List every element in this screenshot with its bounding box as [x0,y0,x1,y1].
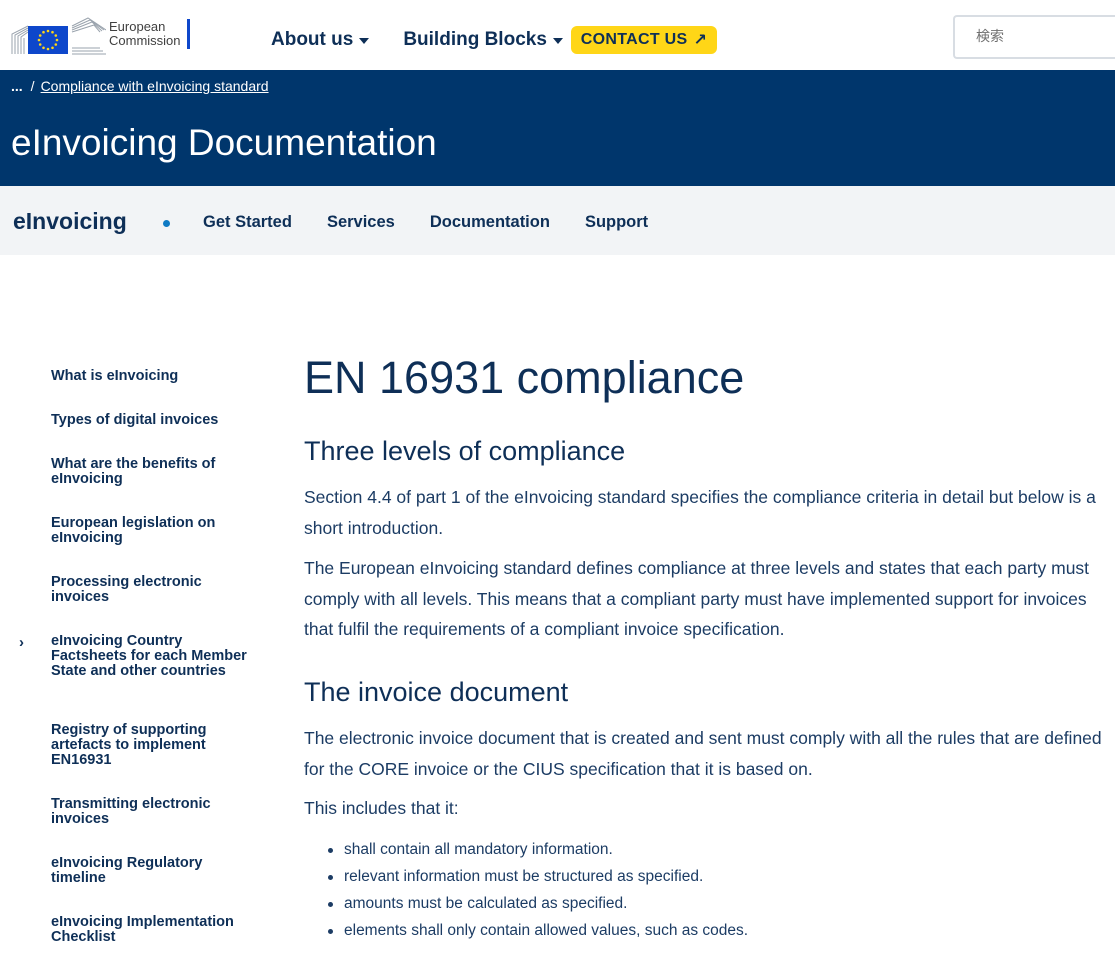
breadcrumb-ellipsis[interactable]: ... [11,78,23,94]
sidebar-item-transmitting-invoices[interactable]: Transmitting electronic invoices [51,797,251,827]
logo-wordmark: European Commission [109,20,181,48]
site-nav-links: Get Started Services Documentation Suppo… [203,213,683,232]
page-banner: ... / Compliance with eInvoicing standar… [0,70,1115,186]
sidebar-item-european-legislation[interactable]: European legislation on eInvoicing [51,516,251,546]
site-nav-get-started[interactable]: Get Started [203,213,292,232]
banner-title: eInvoicing Documentation [11,122,437,163]
breadcrumb: ... / Compliance with eInvoicing standar… [11,78,269,94]
search-input[interactable] [953,15,1115,59]
eu-flag-icon [28,26,68,54]
external-arrow-icon: ↗ [693,32,708,49]
logo-line-european: European [109,19,166,34]
paragraph-compliance-levels: The European eInvoicing standard defines… [304,558,1090,639]
logo-divider [186,19,190,49]
chevron-right-icon[interactable]: › [19,634,24,651]
top-header: European Commission About us Building Bl… [0,0,1115,70]
site-nav-services[interactable]: Services [327,213,395,232]
list-item: shall contain all mandatory information. [328,836,748,863]
nav-dot-icon [163,220,170,227]
paragraph-includes: This includes that it: [304,798,459,818]
caret-down-icon [552,38,563,44]
site-nav-documentation[interactable]: Documentation [430,213,550,232]
nav-building-blocks-label: Building Blocks [403,29,547,50]
sidebar-item-country-factsheets[interactable]: eInvoicing Country Factsheets for each M… [51,634,251,679]
top-nav: About us Building Blocks [271,29,597,51]
breadcrumb-link-compliance[interactable]: Compliance with eInvoicing standard [41,78,269,94]
heading-three-levels: Three levels of compliance [304,436,626,466]
sidebar-item-regulatory-timeline[interactable]: eInvoicing Regulatory timeline [51,856,251,886]
sidebar-item-what-is-einvoicing[interactable]: What is eInvoicing [51,369,251,384]
breadcrumb-separator: / [30,78,35,94]
sidebar-item-types-of-digital-invoices[interactable]: Types of digital invoices [51,413,251,428]
contact-us-button[interactable]: CONTACT US ↗ [571,26,717,54]
paragraph-invoice-document: The electronic invoice document that is … [304,728,1102,779]
contact-us-label: CONTACT US [580,31,688,48]
heading-invoice-document: The invoice document [304,677,569,707]
sidebar-item-registry-artefacts[interactable]: Registry of supporting artefacts to impl… [51,723,251,768]
sidebar-item-implementation-checklist[interactable]: eInvoicing Implementation Checklist [51,915,251,945]
list-item: elements shall only contain allowed valu… [328,917,748,944]
nav-about-us[interactable]: About us [271,29,370,51]
list-item: relevant information must be structured … [328,863,748,890]
sidebar-item-benefits[interactable]: What are the benefits of eInvoicing [51,457,251,487]
paragraph-section-intro: Section 4.4 of part 1 of the eInvoicing … [304,487,1096,538]
nav-about-us-label: About us [271,29,354,50]
list-item: amounts must be calculated as specified. [328,890,748,917]
caret-down-icon [359,38,370,44]
site-nav-support[interactable]: Support [585,213,648,232]
logo-line-commission: Commission [109,33,181,48]
logo-emblem [10,10,106,58]
site-nav: eInvoicing Get Started Services Document… [0,186,1115,255]
nav-building-blocks[interactable]: Building Blocks [403,29,563,51]
site-name[interactable]: eInvoicing [13,208,127,235]
page-title: EN 16931 compliance [304,352,745,403]
requirements-list: shall contain all mandatory information.… [328,836,748,944]
sidebar-item-processing-electronic-invoices[interactable]: Processing electronic invoices [51,575,251,605]
european-commission-logo[interactable]: European Commission [10,10,190,58]
